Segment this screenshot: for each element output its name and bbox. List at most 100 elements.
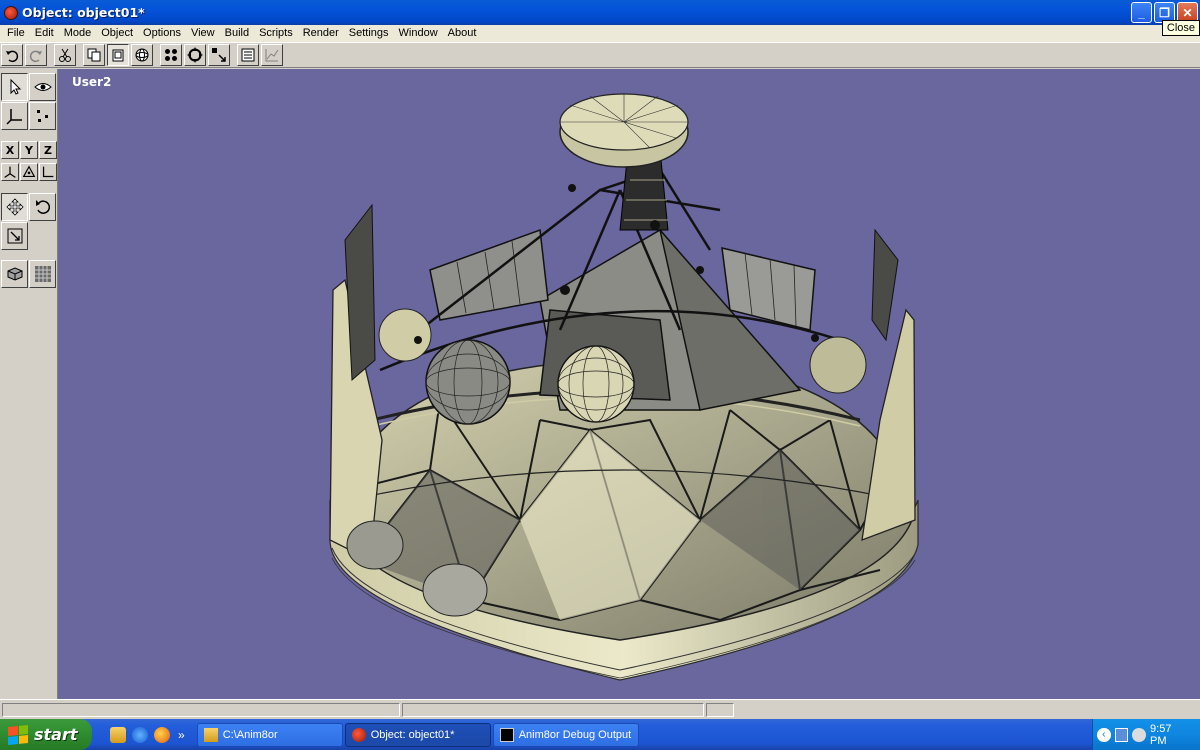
paste-icon [112,49,124,62]
3d-viewport[interactable]: User2 [58,69,1200,699]
quick-launch: » [92,726,195,743]
rotate-tool-button[interactable] [29,193,56,221]
scale-tool-button[interactable] [1,222,28,250]
shaded-mode-button[interactable] [1,260,28,288]
copy-button[interactable] [83,44,105,66]
task-object-window[interactable]: Object: object01* [344,722,491,747]
texture-mode-button[interactable] [29,260,56,288]
clock: 9:57 PM [1150,722,1172,747]
copy-icon [87,48,101,62]
task-debug-output[interactable]: Anim8or Debug Output [492,722,639,747]
coord-screen-button[interactable] [39,163,57,181]
eye-icon [33,83,52,91]
system-tray: ‹ 9:57 PM [1092,719,1200,750]
arrange-button[interactable] [208,44,230,66]
axis-tool-button[interactable] [1,102,28,130]
point-tool-button[interactable] [29,102,56,130]
menu-options[interactable]: Options [138,26,186,41]
arrow-cursor-icon [10,78,21,95]
cut-icon [59,48,71,62]
windows-flag-icon [8,724,28,745]
dots-icon [36,110,48,122]
minimize-icon: _ [1138,5,1145,20]
sphere-icon [135,48,149,62]
task-label-object: Object: object01* [370,728,455,741]
list-button[interactable] [237,44,259,66]
select-tool-button[interactable] [1,73,28,101]
internet-explorer-icon[interactable] [132,726,148,743]
axis-icon [5,109,22,125]
status-panel-1 [2,703,400,717]
move-arrows-icon [5,198,24,216]
volume-icon[interactable] [1132,727,1147,742]
view-tool-button[interactable] [29,73,56,101]
firefox-icon[interactable] [154,726,170,743]
anim8or-icon [351,727,366,742]
cut-button[interactable] [54,44,76,66]
window-titlebar[interactable]: Object: object01* _ ❐ ✕ [0,0,1200,25]
coord-world-button[interactable] [1,163,19,181]
menu-bar: File Edit Mode Object Options View Build… [0,25,1200,42]
sphere-button[interactable] [131,44,153,66]
coord-object-button[interactable] [20,163,38,181]
redo-icon [29,50,42,63]
screen-axes-icon [42,166,54,178]
menu-mode[interactable]: Mode [59,26,97,41]
console-icon [499,727,514,742]
network-icon[interactable] [1114,727,1129,742]
points-button[interactable] [160,44,182,66]
tool-palette: X Y Z [0,69,58,699]
close-tooltip: Close [1161,20,1200,36]
main-toolbar [0,42,1200,68]
axis-y-button[interactable]: Y [20,141,38,159]
wireframe-model [329,93,919,681]
scale-icon [7,228,22,244]
list-icon [241,48,255,62]
graph-icon [265,49,279,62]
axis-z-button[interactable]: Z [39,141,57,159]
menu-file[interactable]: File [2,26,30,41]
menu-object[interactable]: Object [96,26,138,41]
start-button[interactable]: start [0,719,92,750]
points-icon [165,49,177,61]
axis-x-button[interactable]: X [1,141,19,159]
move-tool-button[interactable] [1,193,28,221]
menu-scripts[interactable]: Scripts [254,26,298,41]
paste-button[interactable] [107,44,129,66]
windows-taskbar: start » C:\Anim8or Object: object01* Ani… [0,719,1200,750]
arrange-icon [212,48,226,62]
texture-grid-icon [34,266,51,282]
undo-icon [6,50,19,63]
menu-render[interactable]: Render [298,26,344,41]
menu-edit[interactable]: Edit [30,26,59,41]
object-axes-icon [22,165,36,178]
menu-build[interactable]: Build [220,26,254,41]
world-axes-icon [4,166,16,178]
quicklaunch-more-icon[interactable]: » [178,728,185,742]
anim8or-app-icon[interactable] [4,5,18,20]
rotate-view-icon [187,47,203,63]
menu-view[interactable]: View [186,26,220,41]
menu-settings[interactable]: Settings [344,26,394,41]
status-panel-2 [402,703,704,717]
task-label-debug: Anim8or Debug Output [518,728,632,741]
window-title: Object: object01* [22,5,145,20]
minimize-button[interactable]: _ [1131,2,1152,23]
rotate-view-button[interactable] [184,44,206,66]
redo-button[interactable] [25,44,47,66]
restore-icon: ❐ [1159,5,1170,20]
folder-quicklaunch-icon[interactable] [110,726,126,743]
shaded-cube-icon [7,267,22,281]
folder-icon [203,727,218,742]
undo-button[interactable] [1,44,23,66]
status-panel-3 [706,703,734,717]
close-icon: ✕ [1182,5,1193,20]
start-label: start [34,725,78,744]
task-anim8or-folder[interactable]: C:\Anim8or [196,722,343,747]
task-label-folder: C:\Anim8or [222,728,278,741]
menu-window[interactable]: Window [394,26,443,41]
menu-about[interactable]: About [443,26,482,41]
tray-expand-icon[interactable]: ‹ [1097,727,1111,742]
graph-button[interactable] [261,44,283,66]
status-bar [0,699,1200,719]
